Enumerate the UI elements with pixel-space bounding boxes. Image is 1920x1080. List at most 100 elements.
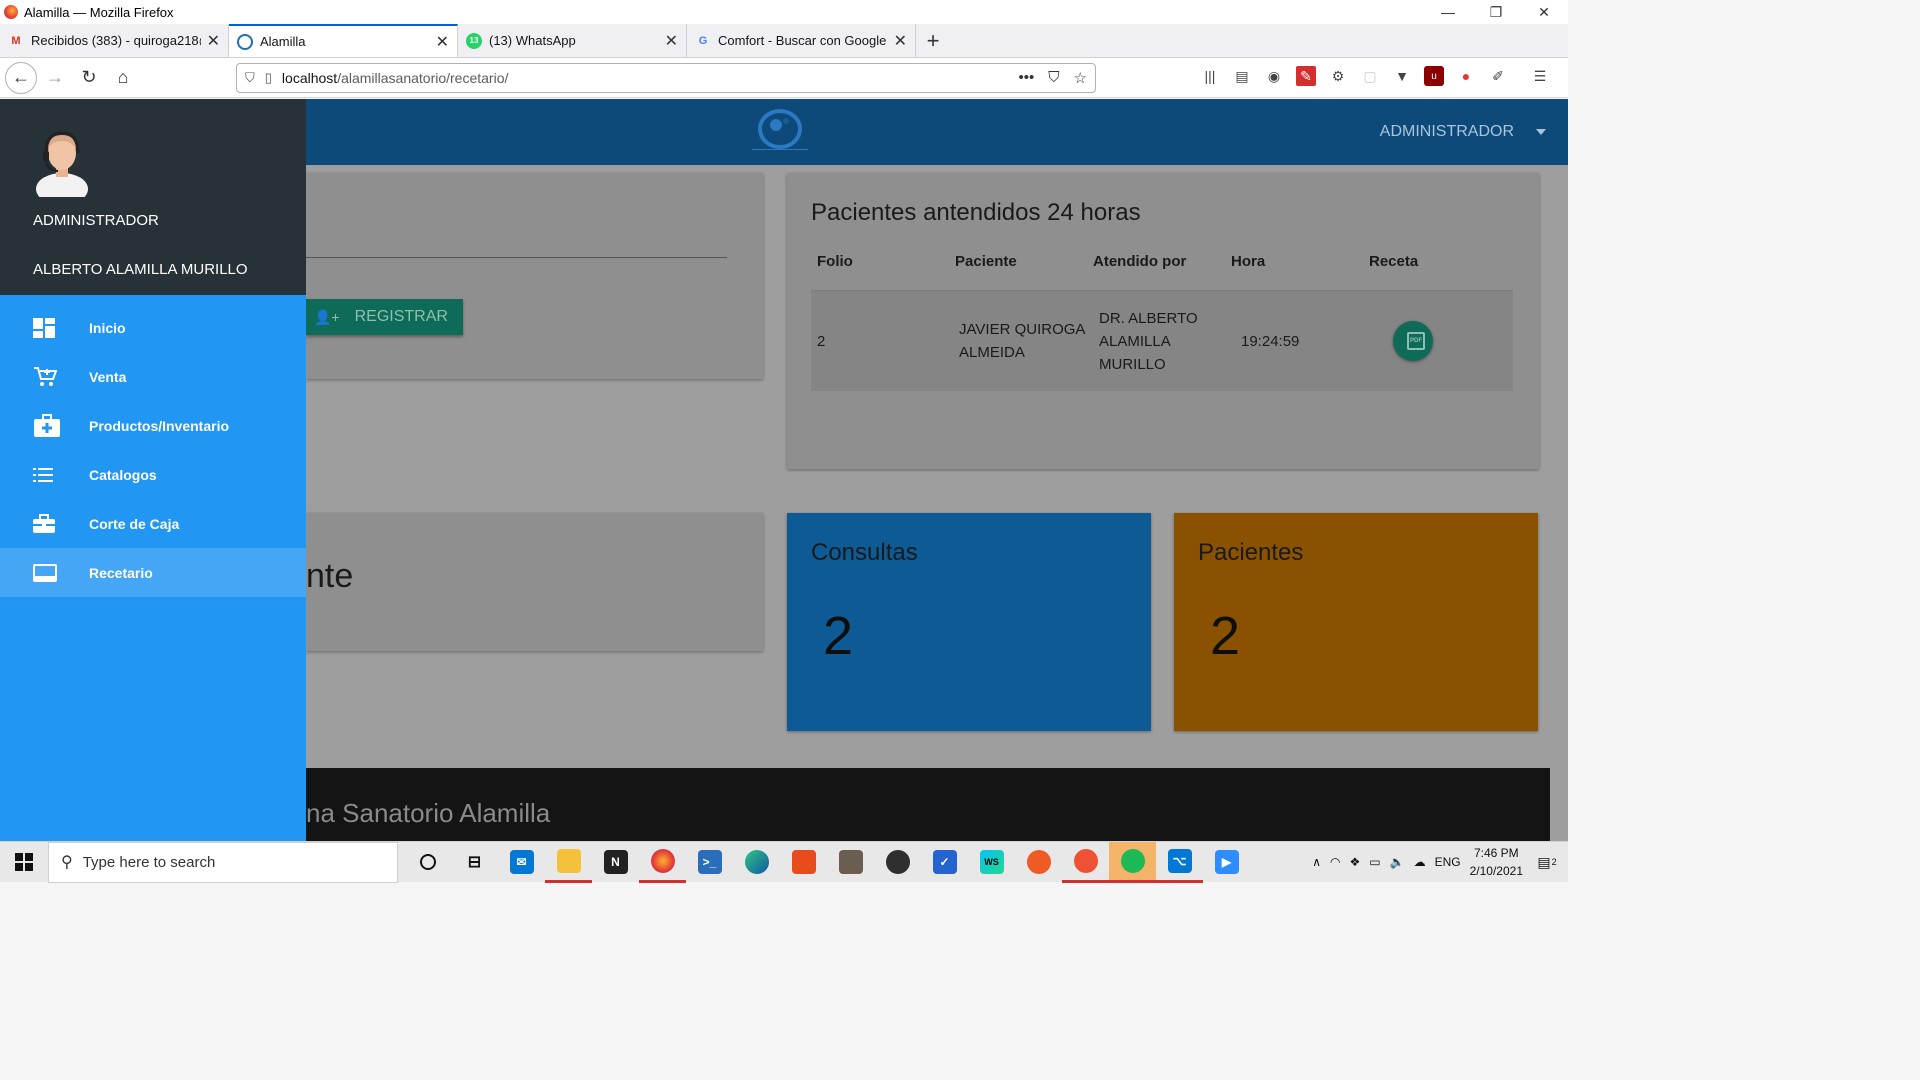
sidebar-item-corte-de-caja[interactable]: Corte de Caja xyxy=(0,499,306,548)
stat-value: 2 xyxy=(1210,606,1241,666)
chevron-up-icon[interactable]: ∧ xyxy=(1312,855,1321,869)
stat-label: Pacientes xyxy=(1198,539,1304,566)
home-button[interactable]: ⌂ xyxy=(107,62,139,94)
sidebar-item-venta[interactable]: Venta xyxy=(0,352,306,401)
window-controls: — ❐ ✕ xyxy=(1424,4,1568,21)
tab-bar: M Recibidos (383) - quiroga218@ ✕ Alamil… xyxy=(0,24,1568,58)
notification-center-button[interactable]: ▤ 2 xyxy=(1532,847,1562,877)
onedrive-icon[interactable]: ☁ xyxy=(1414,855,1426,869)
input-underline[interactable] xyxy=(306,257,727,258)
sidebar-role: ADMINISTRADOR xyxy=(33,212,159,229)
bookmark-star-icon[interactable]: ☆ xyxy=(1074,69,1087,87)
spotify-icon xyxy=(1120,848,1145,873)
folder-icon xyxy=(556,848,581,873)
library-icon[interactable]: ||| xyxy=(1200,66,1220,86)
postman-app[interactable] xyxy=(1015,842,1062,883)
office-app[interactable] xyxy=(780,842,827,883)
chevron-down-icon[interactable] xyxy=(1536,129,1546,135)
pdf-button[interactable]: PDF xyxy=(1393,321,1433,361)
google-icon: G xyxy=(698,34,708,47)
forward-button[interactable]: → xyxy=(39,62,71,94)
tab-whatsapp[interactable]: 13 (13) WhatsApp ✕ xyxy=(458,24,687,57)
tab-gmail[interactable]: M Recibidos (383) - quiroga218@ ✕ xyxy=(0,24,229,57)
firefox-app[interactable] xyxy=(639,842,686,883)
close-window-button[interactable]: ✕ xyxy=(1520,4,1568,21)
color-picker-icon[interactable]: ✐ xyxy=(1488,66,1508,86)
extension-blank-icon[interactable]: ▢ xyxy=(1360,66,1380,86)
close-tab-icon[interactable]: ✕ xyxy=(894,31,907,51)
sidebar-item-inicio[interactable]: Inicio xyxy=(0,303,306,352)
webstorm-app[interactable]: WS xyxy=(968,842,1015,883)
restore-button[interactable]: ❐ xyxy=(1472,4,1520,21)
vscode-icon: ⌥ xyxy=(1167,848,1192,873)
gimp-app[interactable] xyxy=(827,842,874,883)
new-tab-button[interactable]: + xyxy=(916,24,950,57)
register-button[interactable]: 👤+ REGISTRAR xyxy=(306,299,463,335)
sidebar-item-catalogos[interactable]: Catalogos xyxy=(0,450,306,499)
obs-app[interactable] xyxy=(874,842,921,883)
account-icon[interactable]: ◉ xyxy=(1264,66,1284,86)
header-user-menu[interactable]: ADMINISTRADOR xyxy=(1380,123,1514,141)
cart-add-icon xyxy=(0,366,89,388)
close-tab-icon[interactable]: ✕ xyxy=(207,31,220,51)
taskbar: ⚲ Type here to search ⊟ ✉ N >_ ✓ WS ⌥ ▶ … xyxy=(0,841,1568,883)
reload-button[interactable]: ↻ xyxy=(73,62,105,94)
footer-text: na Sanatorio Alamilla xyxy=(306,798,551,828)
windows-start-button[interactable] xyxy=(0,842,48,883)
volume-icon[interactable]: 🔈 xyxy=(1390,855,1405,869)
page-actions-icon[interactable]: ••• xyxy=(1019,69,1035,87)
office-icon xyxy=(791,850,816,874)
wifi-icon[interactable]: ◠ xyxy=(1330,855,1340,869)
extension-tomato-icon[interactable]: ● xyxy=(1456,66,1476,86)
vscode-app[interactable]: ⌥ xyxy=(1156,842,1203,883)
sanatorio-logo xyxy=(752,109,808,150)
zoom-icon: ▶ xyxy=(1214,850,1239,874)
taskbar-search-box[interactable]: ⚲ Type here to search xyxy=(48,841,398,883)
task-view-button[interactable]: ⊟ xyxy=(451,842,498,883)
language-indicator[interactable]: ENG xyxy=(1435,855,1461,869)
notion-app[interactable]: N xyxy=(592,842,639,883)
sidebar: ADMINISTRADOR ALBERTO ALAMILLA MURILLO I… xyxy=(0,99,306,841)
sidebar-item-label: Productos/Inventario xyxy=(89,417,230,434)
dashboard-icon xyxy=(0,317,89,338)
cell-receta: PDF xyxy=(1363,321,1501,361)
powershell-app[interactable]: >_ xyxy=(686,842,733,883)
tab-google[interactable]: G Comfort - Buscar con Google ✕ xyxy=(687,24,916,57)
sidebar-toggle-icon[interactable]: ▤ xyxy=(1232,66,1252,86)
shield-icon[interactable]: ⛉ xyxy=(245,70,255,86)
partial-card: nte xyxy=(306,513,763,651)
mail-app[interactable]: ✉ xyxy=(498,842,545,883)
tab-alamilla[interactable]: Alamilla ✕ xyxy=(229,24,458,57)
battery-icon[interactable]: ▭ xyxy=(1369,855,1380,869)
extension-red-icon[interactable]: ✎ xyxy=(1296,66,1316,86)
column-header: Receta xyxy=(1369,253,1419,270)
close-tab-icon[interactable]: ✕ xyxy=(665,31,678,51)
sidebar-item-productos[interactable]: Productos/Inventario xyxy=(0,401,306,450)
page-info-icon[interactable]: ▯ xyxy=(265,70,272,86)
dropbox-icon[interactable]: ❖ xyxy=(1350,855,1361,869)
minimize-button[interactable]: — xyxy=(1424,4,1472,21)
sidebar-header: ADMINISTRADOR ALBERTO ALAMILLA MURILLO xyxy=(0,99,306,295)
todo-app[interactable]: ✓ xyxy=(921,842,968,883)
extension-gear-icon[interactable]: ⚙ xyxy=(1328,66,1348,86)
ublock-icon[interactable]: u xyxy=(1424,66,1444,86)
file-explorer-app[interactable] xyxy=(545,842,592,883)
sidebar-item-label: Catalogos xyxy=(89,466,157,483)
edge-app[interactable] xyxy=(733,842,780,883)
powershell-icon: >_ xyxy=(697,850,722,874)
spotify-app[interactable] xyxy=(1109,841,1156,883)
cortana-button[interactable] xyxy=(404,842,451,883)
git-app[interactable] xyxy=(1062,842,1109,883)
pocket-icon[interactable]: ⛉ xyxy=(1048,69,1059,87)
url-bar[interactable]: ⛉ ▯ localhost/alamillasanatorio/recetari… xyxy=(236,63,1096,93)
navigation-bar: ← → ↻ ⌂ ⛉ ▯ localhost/alamillasanatorio/… xyxy=(0,58,1568,98)
zoom-app[interactable]: ▶ xyxy=(1203,842,1250,883)
close-tab-icon[interactable]: ✕ xyxy=(436,32,449,52)
menu-icon[interactable]: ☰ xyxy=(1530,66,1550,86)
extension-v-icon[interactable]: ▼ xyxy=(1392,66,1412,86)
sidebar-item-recetario[interactable]: Recetario xyxy=(0,548,306,597)
patients-card: Pacientes antendidos 24 horas Folio Paci… xyxy=(787,173,1539,469)
sidebar-item-label: Venta xyxy=(89,368,127,385)
back-button[interactable]: ← xyxy=(5,61,37,94)
taskbar-clock[interactable]: 7:46 PM 2/10/2021 xyxy=(1470,844,1523,880)
